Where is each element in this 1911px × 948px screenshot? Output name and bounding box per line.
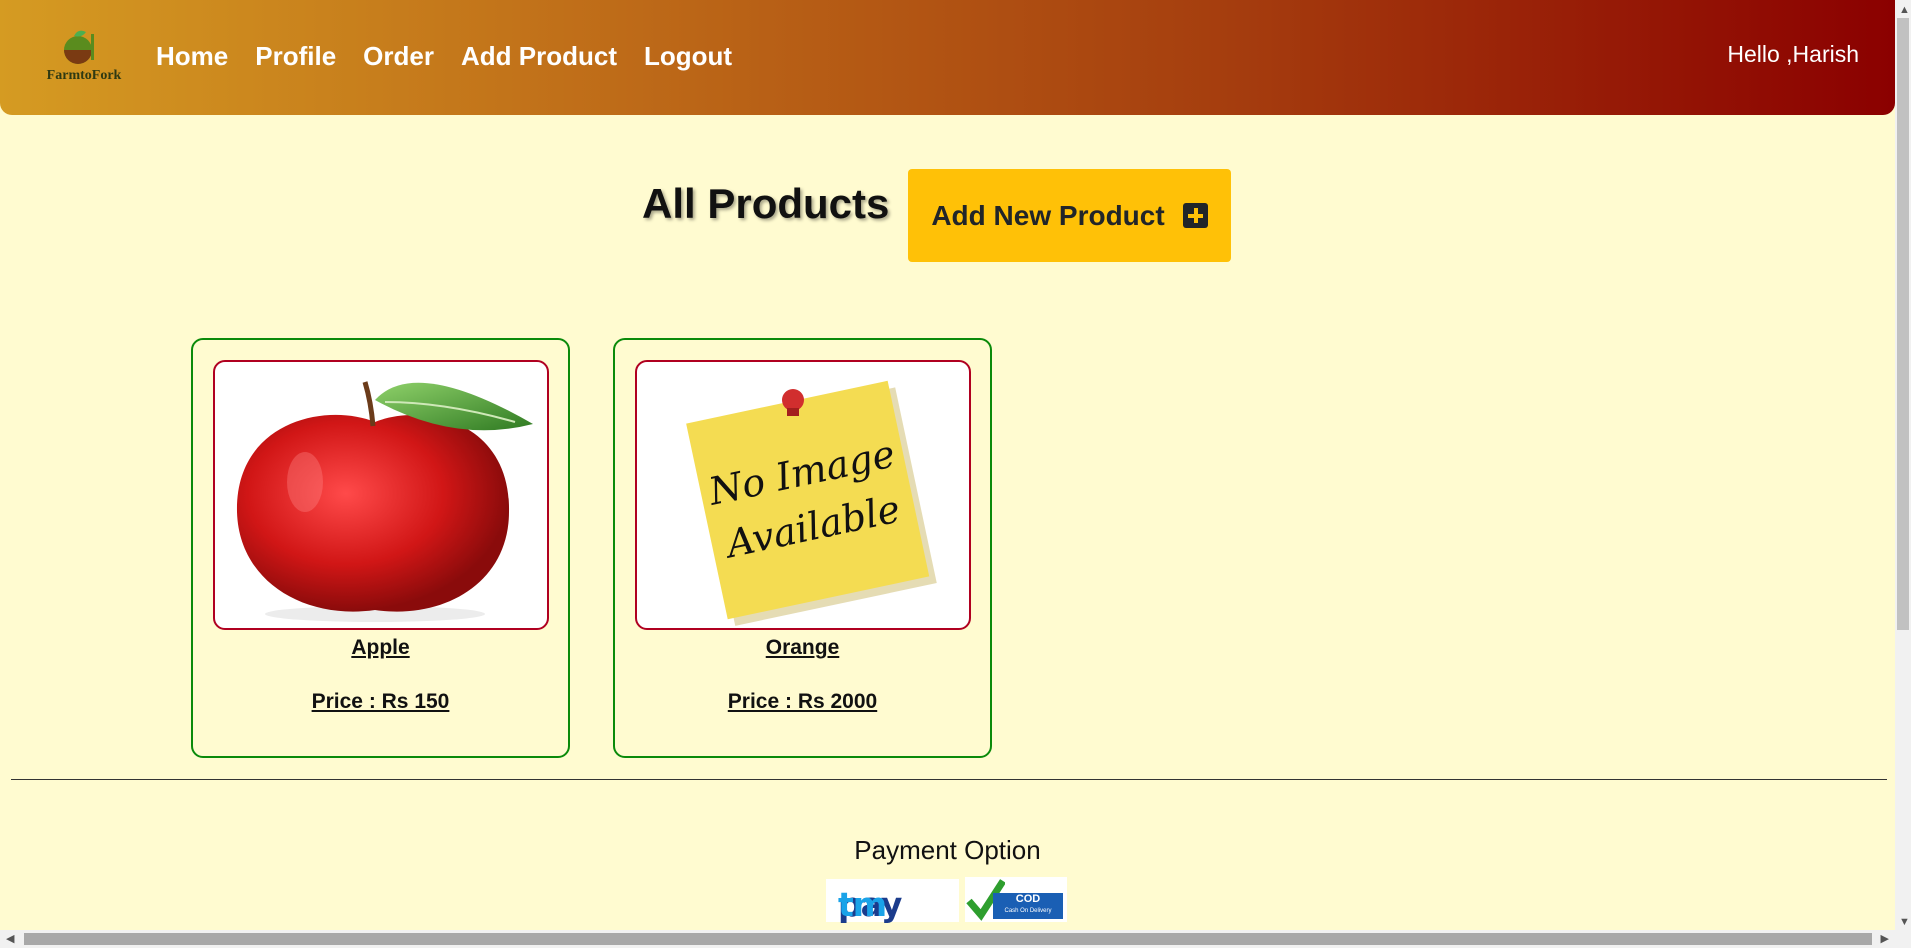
- pushpin-icon: [782, 389, 804, 411]
- plus-square-icon: [1182, 203, 1208, 228]
- cod-label: COD: [1015, 893, 1041, 905]
- horizontal-scrollbar[interactable]: ◀ ▶: [0, 930, 1895, 948]
- nav-profile-link[interactable]: Profile: [255, 41, 336, 72]
- scroll-right-arrow-icon[interactable]: ▶: [1881, 931, 1889, 947]
- sticky-note-illustration: No Image Available: [686, 380, 937, 626]
- scroll-down-arrow-icon[interactable]: ▼: [1899, 914, 1910, 930]
- vertical-scrollbar[interactable]: ▲ ▼: [1895, 0, 1911, 948]
- cod-logo: COD Cash On Delivery: [965, 877, 1067, 922]
- logo-text: FarmtoFork: [46, 68, 122, 83]
- user-greeting: Hello ,Harish: [1727, 41, 1859, 67]
- add-new-product-button[interactable]: Add New Product: [908, 169, 1231, 262]
- horizontal-scroll-thumb[interactable]: [24, 933, 1872, 945]
- apple-illustration: [236, 381, 533, 622]
- logo-icon: [64, 30, 94, 64]
- product-price[interactable]: Price : Rs 150: [193, 690, 568, 714]
- scroll-left-arrow-icon[interactable]: ◀: [6, 931, 14, 947]
- farm-to-fork-logo[interactable]: FarmtoFork: [44, 28, 122, 86]
- cod-sub-label: Cash On Delivery: [1004, 908, 1052, 914]
- product-card-orange[interactable]: No Image Available Orange Price : Rs 200…: [613, 338, 992, 758]
- apple-image[interactable]: [213, 360, 549, 630]
- add-new-product-label: Add New Product: [931, 199, 1165, 231]
- nav-home-link[interactable]: Home: [156, 41, 228, 72]
- vertical-scroll-thumb[interactable]: [1897, 18, 1909, 630]
- nav-logout-link[interactable]: Logout: [644, 41, 732, 72]
- main-nav: Home Profile Order Add Product Logout: [156, 41, 732, 72]
- navbar: FarmtoFork Home Profile Order Add Produc…: [0, 0, 1895, 115]
- nav-add-product-link[interactable]: Add Product: [461, 41, 617, 72]
- product-name[interactable]: Apple: [193, 636, 568, 660]
- product-price[interactable]: Price : Rs 2000: [615, 690, 990, 714]
- no-image-available[interactable]: No Image Available: [635, 360, 971, 630]
- product-card-apple[interactable]: Apple Price : Rs 150: [191, 338, 570, 758]
- payment-option-title: Payment Option: [854, 835, 1041, 865]
- nav-order-link[interactable]: Order: [363, 41, 434, 72]
- divider: [11, 779, 1887, 780]
- paytm-logo: pay tm: [826, 879, 959, 924]
- page-title: All Products: [642, 180, 890, 227]
- cod-badge: COD Cash On Delivery: [993, 893, 1063, 919]
- scroll-up-arrow-icon[interactable]: ▲: [1899, 2, 1910, 18]
- product-name[interactable]: Orange: [615, 636, 990, 660]
